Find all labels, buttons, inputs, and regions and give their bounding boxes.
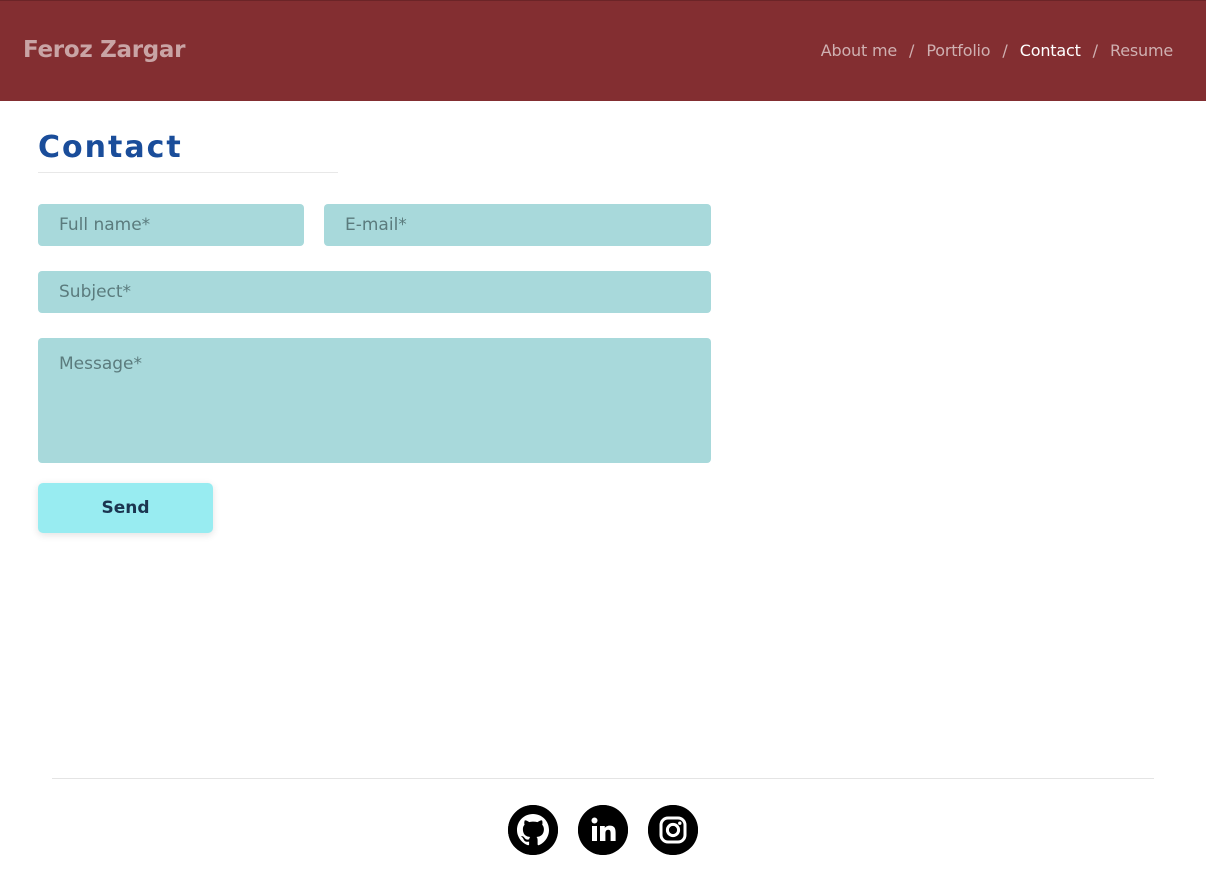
message-textarea[interactable] [38, 338, 711, 463]
instagram-icon[interactable] [648, 805, 698, 855]
nav-separator: / [908, 41, 915, 60]
social-links [508, 805, 698, 855]
send-button[interactable]: Send [38, 483, 213, 533]
linkedin-icon[interactable] [578, 805, 628, 855]
brand-logo-text[interactable]: Feroz Zargar [23, 37, 185, 63]
footer-divider [52, 778, 1154, 779]
nav-link-resume[interactable]: Resume [1110, 41, 1173, 60]
github-icon[interactable] [508, 805, 558, 855]
nav-separator: / [1002, 41, 1008, 60]
top-navbar: Feroz Zargar About me / Portfolio / Cont… [0, 0, 1206, 101]
email-input[interactable] [324, 204, 711, 246]
nav-link-portfolio[interactable]: Portfolio [926, 41, 990, 60]
nav-link-about[interactable]: About me [821, 41, 897, 60]
main-nav: About me / Portfolio / Contact / Resume [821, 41, 1173, 60]
nav-link-contact[interactable]: Contact [1020, 41, 1081, 60]
page-title: Contact [38, 130, 183, 165]
subject-input[interactable] [38, 271, 711, 313]
title-divider [38, 172, 338, 173]
full-name-input[interactable] [38, 204, 304, 246]
nav-separator: / [1092, 41, 1099, 60]
